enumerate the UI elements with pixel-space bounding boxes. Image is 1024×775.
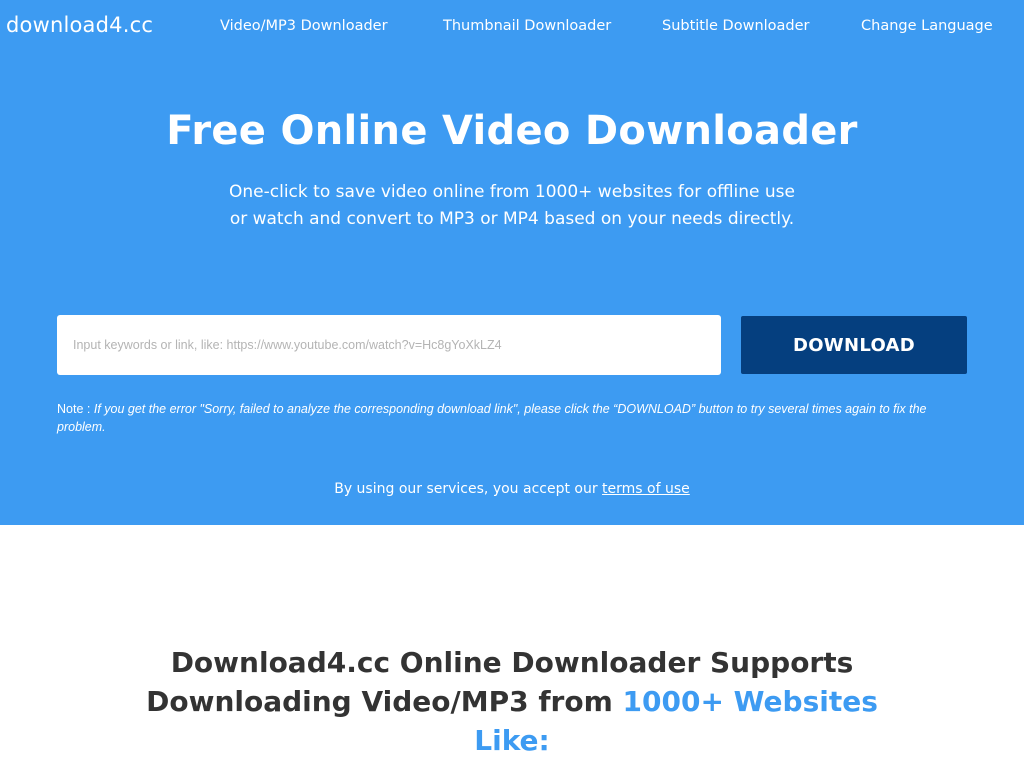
error-note: Note : If you get the error "Sorry, fail… xyxy=(57,400,957,436)
top-navigation: download4.cc Video/MP3 Downloader Thumbn… xyxy=(0,0,1024,54)
hero-section: download4.cc Video/MP3 Downloader Thumbn… xyxy=(0,0,1024,525)
nav-subtitle-downloader[interactable]: Subtitle Downloader xyxy=(662,18,810,34)
download-button[interactable]: DOWNLOAD xyxy=(741,316,967,374)
page-title: Free Online Video Downloader xyxy=(166,108,858,154)
site-logo[interactable]: download4.cc xyxy=(6,13,153,37)
hero-subtitle: One-click to save video online from 1000… xyxy=(229,182,795,229)
terms-notice: By using our services, you accept our te… xyxy=(0,481,1024,497)
url-search-input[interactable] xyxy=(57,315,721,375)
nav-video-mp3-downloader[interactable]: Video/MP3 Downloader xyxy=(220,18,388,34)
note-text: If you get the error "Sorry, failed to a… xyxy=(57,402,927,434)
nav-change-language[interactable]: Change Language xyxy=(861,18,993,34)
nav-thumbnail-downloader[interactable]: Thumbnail Downloader xyxy=(443,18,611,34)
note-label: Note : xyxy=(57,402,91,416)
supported-sites-heading: Download4.cc Online Downloader Supports … xyxy=(140,643,884,760)
terms-of-use-link[interactable]: terms of use xyxy=(602,481,690,497)
terms-prefix: By using our services, you accept our xyxy=(334,481,598,497)
